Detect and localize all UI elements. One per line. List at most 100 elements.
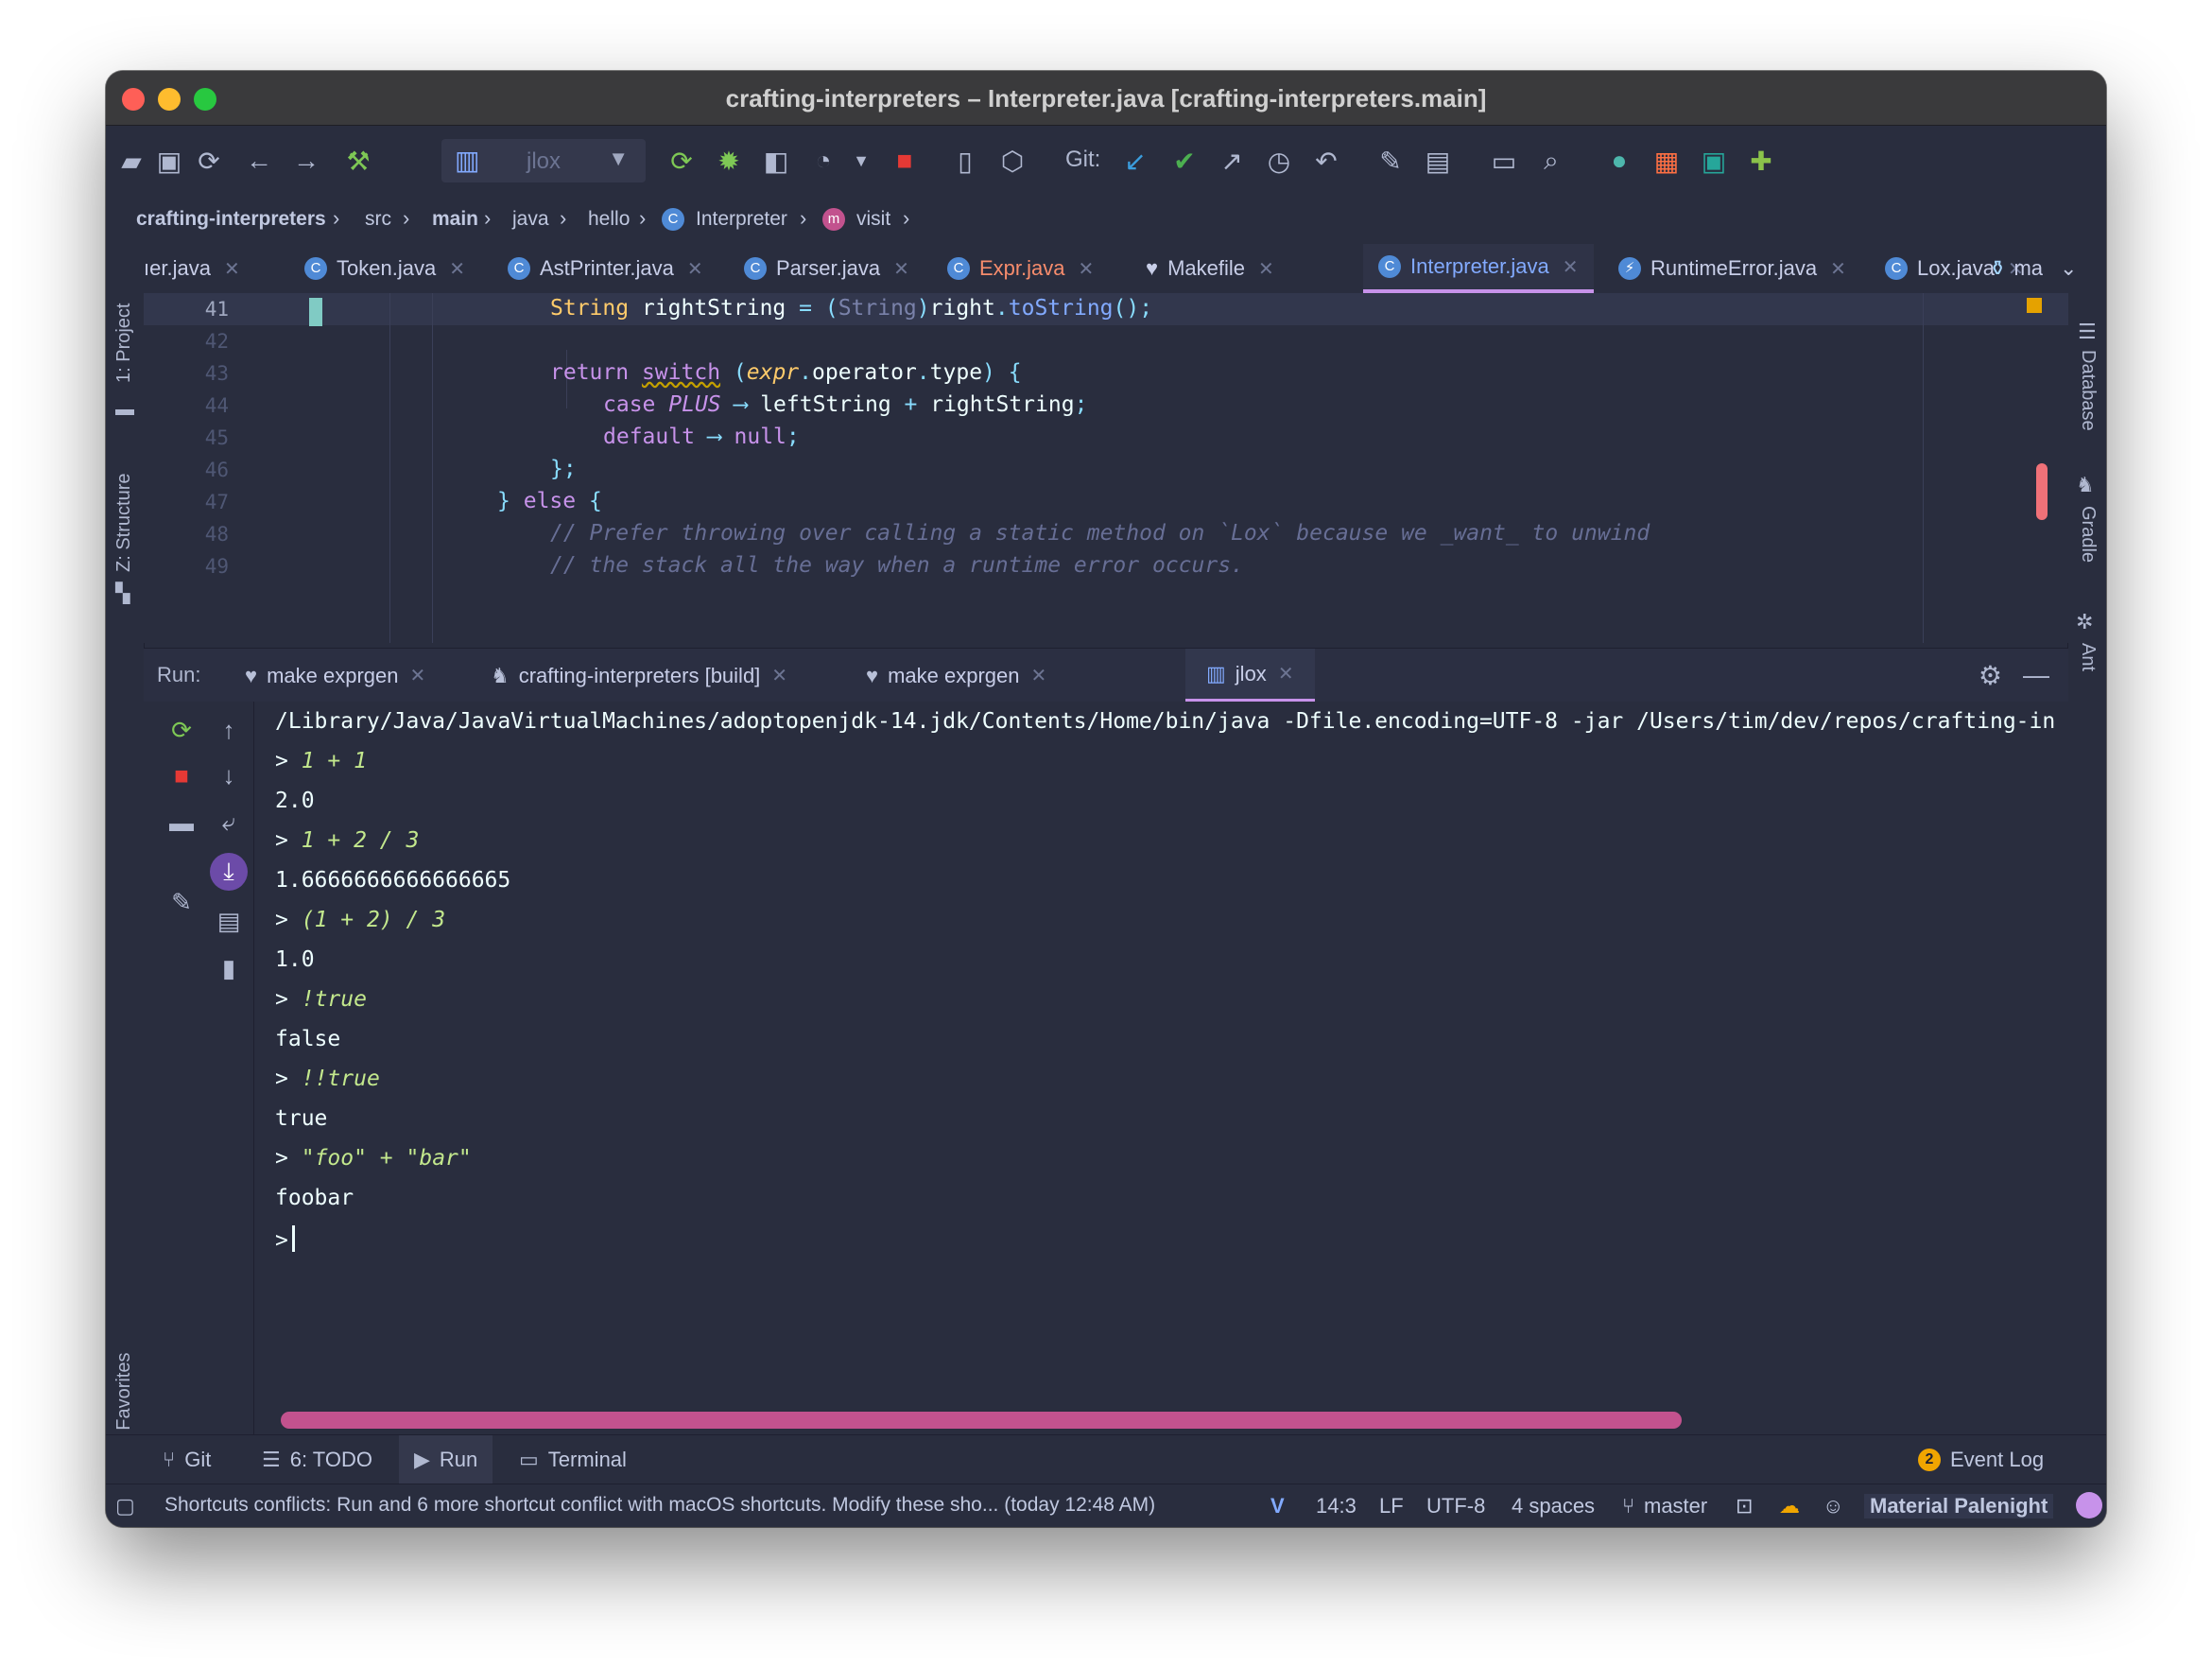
ant-panel-toggle[interactable]: Ant: [2077, 643, 2099, 671]
breadcrumb-java[interactable]: java: [512, 208, 549, 231]
tab-interpreter[interactable]: C Interpreter.java ✕: [1363, 244, 1594, 293]
breadcrumb-src[interactable]: src: [365, 208, 391, 231]
vim-icon[interactable]: V: [1270, 1494, 1285, 1518]
close-icon[interactable]: ✕: [1563, 255, 1579, 279]
forward-icon[interactable]: →: [288, 143, 324, 179]
tab-file-truncated[interactable]: ıer.java ✕: [144, 244, 240, 293]
status-message[interactable]: Shortcuts conflicts: Run and 6 more shor…: [164, 1494, 1155, 1517]
structure-panel-toggle[interactable]: Z: Structure: [113, 474, 135, 572]
tab-runtimeerror[interactable]: ⚡ RuntimeError.java ✕: [1618, 244, 1846, 293]
todo-tool-button[interactable]: ☰ 6: TODO: [262, 1435, 372, 1484]
project-panel-toggle[interactable]: 1: Project: [113, 304, 135, 383]
horizontal-scrollbar[interactable]: [281, 1412, 1682, 1429]
print-icon[interactable]: ▤: [210, 902, 248, 940]
theme-icon[interactable]: [2076, 1492, 2102, 1518]
layout-icon[interactable]: ▬: [163, 804, 200, 842]
breadcrumb-hello[interactable]: hello: [588, 208, 630, 231]
close-icon[interactable]: ✕: [1258, 257, 1274, 281]
save-icon[interactable]: ▣: [151, 143, 187, 179]
stop-icon[interactable]: ■: [887, 143, 923, 179]
close-icon[interactable]: ✕: [449, 257, 465, 281]
close-icon[interactable]: ✕: [893, 257, 909, 281]
caret-position[interactable]: 14:3: [1316, 1494, 1357, 1518]
rollback-icon[interactable]: ↶: [1308, 143, 1344, 179]
tab-expr[interactable]: C Expr.java ✕: [947, 244, 1094, 293]
settings-icon[interactable]: ⚙: [1979, 660, 2002, 691]
profile-icon[interactable]: ◔: [805, 143, 841, 179]
git-push-icon[interactable]: ↗: [1214, 143, 1250, 179]
trash-icon[interactable]: ▮: [210, 949, 248, 987]
back-icon[interactable]: ←: [241, 143, 277, 179]
git-update-icon[interactable]: ↙: [1117, 143, 1153, 179]
panel-toggle-icon[interactable]: ▢: [115, 1494, 135, 1518]
device-icon[interactable]: ▯: [947, 143, 983, 179]
scroll-to-end-icon[interactable]: ⤓: [210, 853, 248, 891]
git-tool-button[interactable]: ⑂ Git: [163, 1435, 211, 1484]
tab-ma-truncated[interactable]: ⚱ ma ⌄: [1989, 244, 2077, 293]
run-tab-make-exprgen-2[interactable]: ♥ make exprgen ✕: [855, 649, 1058, 703]
close-icon[interactable]: ✕: [224, 257, 240, 281]
settings-icon[interactable]: ✎: [1373, 143, 1408, 179]
file-encoding[interactable]: UTF-8: [1426, 1494, 1485, 1518]
close-icon[interactable]: ✕: [1278, 662, 1294, 685]
run-tab-build[interactable]: ♞ crafting-interpreters [build] ✕: [479, 649, 799, 703]
gradle-panel-toggle[interactable]: Gradle: [2077, 506, 2099, 563]
puzzle-icon[interactable]: ✚: [1743, 143, 1779, 179]
down-arrow-icon[interactable]: ↓: [210, 756, 248, 794]
close-icon[interactable]: ✕: [771, 664, 787, 687]
console-prompt-line[interactable]: >: [275, 1225, 295, 1253]
close-icon[interactable]: ✕: [1079, 257, 1095, 281]
event-log-button[interactable]: 2 Event Log: [1918, 1435, 2044, 1484]
git-branch[interactable]: master: [1644, 1494, 1707, 1518]
breadcrumb-method[interactable]: visit: [856, 208, 890, 231]
close-icon[interactable]: ✕: [1030, 664, 1046, 687]
coverage-icon[interactable]: ◧: [758, 143, 794, 179]
close-icon[interactable]: ✕: [687, 257, 703, 281]
profile-dropdown-icon[interactable]: ▼: [843, 143, 879, 179]
tab-astprinter[interactable]: C AstPrinter.java ✕: [508, 244, 703, 293]
codotta-icon[interactable]: ●: [1601, 143, 1637, 179]
lock-icon[interactable]: ⊡: [1736, 1494, 1753, 1518]
line-separator[interactable]: LF: [1379, 1494, 1404, 1518]
run-configuration-selector[interactable]: ▥ jlox ▼: [441, 139, 646, 182]
breadcrumb-class[interactable]: Interpreter: [696, 208, 787, 231]
search-icon[interactable]: ⌕: [1533, 143, 1569, 179]
build-icon[interactable]: ⚒: [340, 143, 376, 179]
sync-icon[interactable]: ⟳: [191, 143, 227, 179]
inspector-icon[interactable]: ☺: [1823, 1494, 1843, 1518]
chevron-down-icon[interactable]: ⌄: [2060, 256, 2077, 281]
tab-token[interactable]: C Token.java ✕: [304, 244, 465, 293]
terminal-tool-button[interactable]: ▭ Terminal: [519, 1435, 627, 1484]
layout-icon[interactable]: ▦: [1649, 143, 1685, 179]
pin-icon[interactable]: ✎: [163, 883, 200, 921]
close-icon[interactable]: ✕: [409, 664, 425, 687]
plugin-icon[interactable]: ▣: [1696, 143, 1732, 179]
run-tool-button[interactable]: ▶ Run: [399, 1435, 493, 1484]
breadcrumb-main[interactable]: main: [432, 208, 478, 231]
debug-icon[interactable]: ✹: [711, 143, 747, 179]
soft-wrap-icon[interactable]: ⤶: [210, 804, 248, 842]
close-icon[interactable]: ✕: [1830, 257, 1846, 281]
code-editor[interactable]: 41 42 43 44 45 46 47 48 49 String rightS…: [144, 293, 2068, 643]
indent-setting[interactable]: 4 spaces: [1512, 1494, 1595, 1518]
rerun-icon[interactable]: ⟳: [163, 711, 200, 749]
theme-name[interactable]: Material Palenight: [1864, 1494, 2054, 1518]
minimize-icon[interactable]: —: [2023, 660, 2049, 690]
stop-icon[interactable]: ■: [163, 756, 200, 794]
run-tab-make-exprgen-1[interactable]: ♥ make exprgen ✕: [233, 649, 437, 703]
cloud-icon[interactable]: ☁: [1779, 1494, 1800, 1518]
package-icon[interactable]: ⬡: [994, 143, 1030, 179]
tab-makefile[interactable]: ♥ Makefile ✕: [1146, 244, 1274, 293]
database-panel-toggle[interactable]: Database: [2077, 350, 2099, 431]
up-arrow-icon[interactable]: ↑: [210, 711, 248, 749]
warning-marker[interactable]: [2027, 298, 2042, 313]
run-console[interactable]: /Library/Java/JavaVirtualMachines/adopto…: [253, 702, 2069, 1489]
project-structure-icon[interactable]: ▤: [1420, 143, 1456, 179]
breadcrumb-project[interactable]: crafting-interpreters: [136, 208, 326, 231]
terminal-icon[interactable]: ▭: [1486, 143, 1522, 179]
history-icon[interactable]: ◷: [1261, 143, 1297, 179]
tab-parser[interactable]: C Parser.java ✕: [744, 244, 909, 293]
rerun-icon[interactable]: ⟳: [664, 143, 700, 179]
git-commit-icon[interactable]: ✔: [1166, 143, 1202, 179]
open-icon[interactable]: ▰: [113, 143, 149, 179]
